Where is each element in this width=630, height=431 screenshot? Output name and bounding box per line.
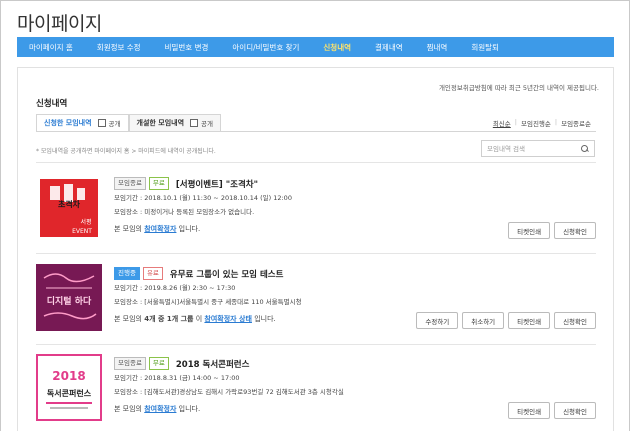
check-application-button[interactable]: 신청확인 bbox=[554, 312, 596, 329]
tab-applied-meetings[interactable]: 신청한 모임내역 공개 bbox=[36, 114, 129, 131]
thumbnail-year: 2018 bbox=[52, 369, 85, 383]
meeting-place: 모임장소 : [김해도서관]경상남도 김해시 가락로93번길 72 김해도서관 … bbox=[114, 388, 344, 396]
tab-bar: 신청한 모임내역 공개 개설한 모임내역 공개 bbox=[36, 114, 221, 131]
status-badge: 모임종료 bbox=[114, 177, 146, 190]
nav-item-change-password[interactable]: 비밀번호 변경 bbox=[153, 42, 221, 53]
item-actions: 수정하기 취소하기 티켓인쇄 신청확인 bbox=[412, 312, 596, 329]
meeting-place: 모임장소 : 미정이거나 등록된 모임장소가 없습니다. bbox=[114, 208, 255, 216]
status-badge: 진행중 bbox=[114, 267, 140, 280]
check-application-button[interactable]: 신청확인 bbox=[554, 222, 596, 239]
tab-created-meetings[interactable]: 개설한 모임내역 공개 bbox=[128, 114, 221, 131]
list-item: 2018 독서콘퍼런스 모임종료 무료 2018 독서콘퍼런스 모임기간 : 2… bbox=[36, 354, 596, 431]
status-badge: 모임종료 bbox=[114, 357, 146, 370]
page-frame: 마이페이지 마이페이지 홈 회원정보 수정 비밀번호 변경 아이디/비밀번호 찾… bbox=[0, 0, 630, 431]
retention-notice: 개인정보취급방침에 따라 최근 5년간의 내역이 제공됩니다. bbox=[438, 84, 599, 92]
print-ticket-button[interactable]: 티켓인쇄 bbox=[508, 402, 551, 419]
meeting-thumbnail[interactable]: 디지털 하다 bbox=[36, 264, 102, 331]
thumbnail-text: 초격차 bbox=[58, 199, 81, 209]
public-helper-text: * 모임내역을 공개하면 마이페이지 홈 > 마이피드에 내역이 공개됩니다. bbox=[36, 148, 216, 155]
sort-latest[interactable]: 최신순 bbox=[489, 118, 515, 128]
main-nav: 마이페이지 홈 회원정보 수정 비밀번호 변경 아이디/비밀번호 찾기 신청내역… bbox=[17, 37, 614, 57]
confirmed-participant-link[interactable]: 참여확정자 bbox=[144, 405, 176, 413]
confirm-suffix: 입니다. bbox=[178, 405, 201, 413]
nav-item-payments[interactable]: 결제내역 bbox=[363, 42, 415, 53]
confirmed-participant-link[interactable]: 참여확정자 bbox=[144, 225, 176, 233]
meeting-period: 모임기간 : 2019.8.26 (월) 2:30 ~ 17:30 bbox=[114, 284, 236, 292]
sort-options: 최신순 | 모임진행순 | 모임종료순 bbox=[489, 118, 595, 128]
nav-item-wishlist[interactable]: 찜내역 bbox=[415, 42, 460, 53]
page-title: 마이페이지 bbox=[17, 13, 102, 35]
cancel-button[interactable]: 취소하기 bbox=[462, 312, 505, 329]
list-item: 초격차 서평 EVENT 모임종료 무료 [서평이벤트] "조격차" 모임기간 … bbox=[36, 174, 596, 258]
confirm-suffix: 입니다. bbox=[178, 225, 201, 233]
divider bbox=[36, 344, 596, 345]
public-checkbox[interactable] bbox=[190, 119, 199, 127]
nav-item-mypage-home[interactable]: 마이페이지 홈 bbox=[17, 42, 85, 53]
edit-button[interactable]: 수정하기 bbox=[416, 312, 459, 329]
meeting-search-box bbox=[481, 140, 595, 157]
tab-label: 개설한 모임내역 bbox=[136, 119, 185, 127]
print-ticket-button[interactable]: 티켓인쇄 bbox=[508, 222, 551, 239]
confirm-middle: 이 bbox=[195, 315, 203, 323]
nav-item-find-id-password[interactable]: 아이디/비밀번호 찾기 bbox=[220, 42, 311, 53]
tab-underline bbox=[36, 131, 596, 132]
meeting-search-input[interactable] bbox=[487, 144, 577, 153]
confirm-group-count: 4개 중 1개 그룹 bbox=[144, 315, 194, 323]
meeting-title[interactable]: 유무료 그룹이 있는 모임 테스트 bbox=[170, 268, 284, 280]
public-checkbox-label: 공개 bbox=[201, 120, 213, 128]
confirm-prefix: 본 모임의 bbox=[114, 315, 142, 323]
confirm-suffix: 입니다. bbox=[254, 315, 276, 323]
nav-item-edit-profile[interactable]: 회원정보 수정 bbox=[85, 42, 153, 53]
public-checkbox-label: 공개 bbox=[108, 120, 121, 128]
check-application-button[interactable]: 신청확인 bbox=[554, 402, 596, 419]
thumbnail-subtext: 서평 bbox=[80, 218, 91, 226]
divider bbox=[36, 162, 596, 163]
meeting-title[interactable]: 2018 독서콘퍼런스 bbox=[176, 358, 250, 370]
content-panel: 개인정보취급방침에 따라 최근 5년간의 내역이 제공됩니다. 신청내역 신청한… bbox=[17, 67, 614, 431]
meeting-title[interactable]: [서평이벤트] "조격차" bbox=[176, 178, 258, 190]
divider bbox=[36, 253, 596, 254]
public-checkbox[interactable] bbox=[97, 119, 106, 127]
sort-ended[interactable]: 모임종료순 bbox=[557, 118, 595, 128]
item-actions: 티켓인쇄 신청확인 bbox=[504, 402, 596, 419]
item-actions: 티켓인쇄 신청확인 bbox=[504, 222, 596, 239]
price-badge: 무료 bbox=[148, 177, 169, 190]
list-item: 디지털 하다 진행중 유료 유무료 그룹이 있는 모임 테스트 모임기간 : 2… bbox=[36, 264, 596, 348]
price-badge: 유료 bbox=[142, 267, 163, 280]
search-icon[interactable] bbox=[581, 144, 589, 153]
meeting-place: 모임장소 : [서울특별시]서울특별시 중구 세종대로 110 서울특별시청 bbox=[114, 298, 302, 306]
price-badge: 무료 bbox=[148, 357, 169, 370]
nav-item-withdraw[interactable]: 회원탈퇴 bbox=[459, 42, 511, 53]
print-ticket-button[interactable]: 티켓인쇄 bbox=[508, 312, 551, 329]
thumbnail-text: 독서콘퍼런스 bbox=[47, 388, 92, 398]
sort-progress[interactable]: 모임진행순 bbox=[517, 118, 555, 128]
confirm-prefix: 본 모임의 bbox=[114, 225, 142, 233]
section-title: 신청내역 bbox=[36, 99, 68, 109]
meeting-thumbnail[interactable]: 초격차 서평 EVENT bbox=[36, 174, 102, 241]
tab-label: 신청한 모임내역 bbox=[44, 119, 92, 127]
meeting-thumbnail[interactable]: 2018 독서콘퍼런스 bbox=[36, 354, 102, 421]
meeting-period: 모임기간 : 2018.10.1 (월) 11:30 ~ 2018.10.14 … bbox=[114, 194, 292, 202]
thumbnail-event: EVENT bbox=[72, 228, 92, 235]
thumbnail-text: 디지털 하다 bbox=[47, 295, 92, 307]
meeting-period: 모임기간 : 2018.8.31 (금) 14:00 ~ 17:00 bbox=[114, 374, 240, 382]
nav-item-applications[interactable]: 신청내역 bbox=[311, 42, 363, 53]
confirmed-participant-status-link[interactable]: 참여확정자 상태 bbox=[204, 315, 252, 323]
confirm-prefix: 본 모임의 bbox=[114, 405, 142, 413]
